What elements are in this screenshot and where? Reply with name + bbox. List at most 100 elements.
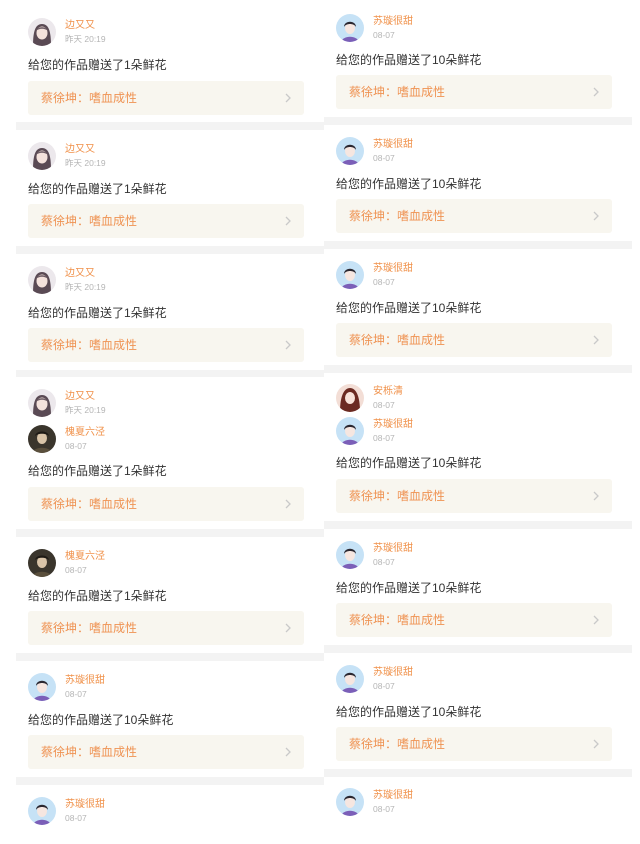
work-title: 蔡徐坤：嗜血成性 [41,91,138,105]
chevron-right-icon [282,622,294,634]
gift-message: 给您的作品赠送了1朵鲜花 [28,182,167,196]
avatar[interactable] [336,14,364,42]
avatar[interactable] [28,142,56,170]
work-title: 蔡徐坤：嗜血成性 [349,737,446,751]
gift-message: 给您的作品赠送了10朵鲜花 [336,581,482,595]
avatar[interactable] [336,384,364,412]
user-line[interactable]: 边又又 昨天 20:19 [28,389,308,419]
username[interactable]: 苏璇很甜 [65,675,105,687]
username[interactable]: 安栎清 [373,386,403,398]
card-separator [16,246,324,254]
user-line[interactable]: 苏璇很甜 08-07 [336,14,616,44]
timestamp: 08-07 [373,433,395,443]
notification-card: 苏璇很甜 08-07 [324,777,632,844]
work-link[interactable]: 蔡徐坤：嗜血成性 [336,479,612,513]
work-link[interactable]: 蔡徐坤：嗜血成性 [28,328,304,362]
work-link[interactable]: 蔡徐坤：嗜血成性 [28,81,304,115]
username[interactable]: 苏璇很甜 [373,543,413,555]
chevron-right-icon [282,339,294,351]
username[interactable]: 槐夏六泾 [65,427,105,439]
avatar[interactable] [336,665,364,693]
avatar[interactable] [336,541,364,569]
timestamp: 昨天 20:19 [65,282,106,292]
timestamp: 08-07 [373,557,395,567]
user-line[interactable]: 槐夏六泾 08-07 [28,425,308,455]
timestamp: 08-07 [373,681,395,691]
user-line[interactable]: 苏璇很甜 08-07 [28,673,308,703]
user-line[interactable]: 边又又 昨天 20:19 [28,142,308,172]
timestamp: 08-07 [65,813,87,823]
chevron-right-icon [282,215,294,227]
avatar[interactable] [336,137,364,165]
user-line[interactable]: 苏璇很甜 08-07 [336,137,616,167]
username[interactable]: 苏璇很甜 [373,263,413,275]
work-link[interactable]: 蔡徐坤：嗜血成性 [28,204,304,238]
card-separator [324,769,632,777]
avatar[interactable] [28,673,56,701]
work-title: 蔡徐坤：嗜血成性 [41,621,138,635]
work-link[interactable]: 蔡徐坤：嗜血成性 [28,735,304,769]
work-link[interactable]: 蔡徐坤：嗜血成性 [336,603,612,637]
work-title: 蔡徐坤：嗜血成性 [349,85,446,99]
username[interactable]: 苏璇很甜 [373,790,413,802]
username[interactable]: 苏璇很甜 [373,139,413,151]
work-link[interactable]: 蔡徐坤：嗜血成性 [336,75,612,109]
chevron-right-icon [590,86,602,98]
notification-card: 边又又昨天 20:19 给您的作品赠送了1朵鲜花蔡徐坤：嗜血成性 [16,254,324,370]
username[interactable]: 苏璇很甜 [65,799,105,811]
avatar[interactable] [28,797,56,825]
user-line[interactable]: 苏璇很甜 08-07 [336,788,616,818]
username[interactable]: 边又又 [65,20,95,32]
username[interactable]: 边又又 [65,144,95,156]
user-line[interactable]: 苏璇很甜 08-07 [336,417,616,447]
avatar[interactable] [28,18,56,46]
notification-card: 苏璇很甜 08-07 给您的作品赠送了10朵鲜花 蔡徐坤：嗜血成性 [324,0,632,117]
gift-message: 给您的作品赠送了10朵鲜花 [336,177,482,191]
avatar[interactable] [28,266,56,294]
avatar[interactable] [28,549,56,577]
work-link[interactable]: 蔡徐坤：嗜血成性 [28,611,304,645]
card-separator [324,521,632,529]
user-line[interactable]: 苏璇很甜 08-07 [336,261,616,291]
username[interactable]: 苏璇很甜 [373,667,413,679]
user-line[interactable]: 槐夏六泾 08-07 [28,549,308,579]
work-link[interactable]: 蔡徐坤：嗜血成性 [336,199,612,233]
gift-message: 给您的作品赠送了10朵鲜花 [28,713,174,727]
username[interactable]: 苏璇很甜 [373,16,413,28]
username[interactable]: 边又又 [65,268,95,280]
notification-card: 边又又 昨天 20:19 槐夏六泾 08-07 给您的作品赠送了1朵鲜花蔡徐坤：嗜血成性 [16,377,324,529]
card-separator [324,117,632,125]
user-line[interactable]: 苏璇很甜 08-07 [336,665,616,695]
notification-card: 苏璇很甜 08-07 给您的作品赠送了10朵鲜花 蔡徐坤：嗜血成性 [324,249,632,365]
gift-message: 给您的作品赠送了1朵鲜花 [28,306,167,320]
username[interactable]: 苏璇很甜 [373,419,413,431]
gift-message: 给您的作品赠送了1朵鲜花 [28,464,167,478]
user-line[interactable]: 安栎清 08-07 [336,384,616,414]
notification-card: 苏璇很甜 08-07 [16,785,324,844]
work-title: 蔡徐坤：嗜血成性 [349,489,446,503]
notification-card: 苏璇很甜 08-07 给您的作品赠送了10朵鲜花蔡徐坤：嗜血成性 [324,125,632,241]
avatar[interactable] [336,261,364,289]
user-line[interactable]: 苏璇很甜 08-07 [28,797,308,827]
timestamp: 08-07 [65,441,87,451]
user-line[interactable]: 苏璇很甜 08-07 [336,541,616,571]
avatar[interactable] [28,389,56,417]
username[interactable]: 槐夏六泾 [65,551,105,563]
user-line[interactable]: 边又又昨天 20:19 [28,266,308,296]
chevron-right-icon [590,210,602,222]
work-title: 蔡徐坤：嗜血成性 [41,745,138,759]
card-separator [16,653,324,661]
avatar[interactable] [336,417,364,445]
work-link[interactable]: 蔡徐坤：嗜血成性 [336,323,612,357]
work-link[interactable]: 蔡徐坤：嗜血成性 [336,727,612,761]
user-line[interactable]: 边又又昨天 20:19 [28,18,308,48]
card-separator [324,645,632,653]
avatar[interactable] [336,788,364,816]
notification-card: 苏璇很甜 08-07 给您的作品赠送了10朵鲜花蔡徐坤：嗜血成性 [16,661,324,777]
avatar[interactable] [28,425,56,453]
notification-card: 边又又 昨天 20:19 给您的作品赠送了1朵鲜花 蔡徐坤：嗜血成性 [16,0,324,122]
work-link[interactable]: 蔡徐坤：嗜血成性 [28,487,304,521]
username[interactable]: 边又又 [65,391,95,403]
timestamp: 昨天 20:19 [65,34,106,44]
work-title: 蔡徐坤：嗜血成性 [41,497,138,511]
